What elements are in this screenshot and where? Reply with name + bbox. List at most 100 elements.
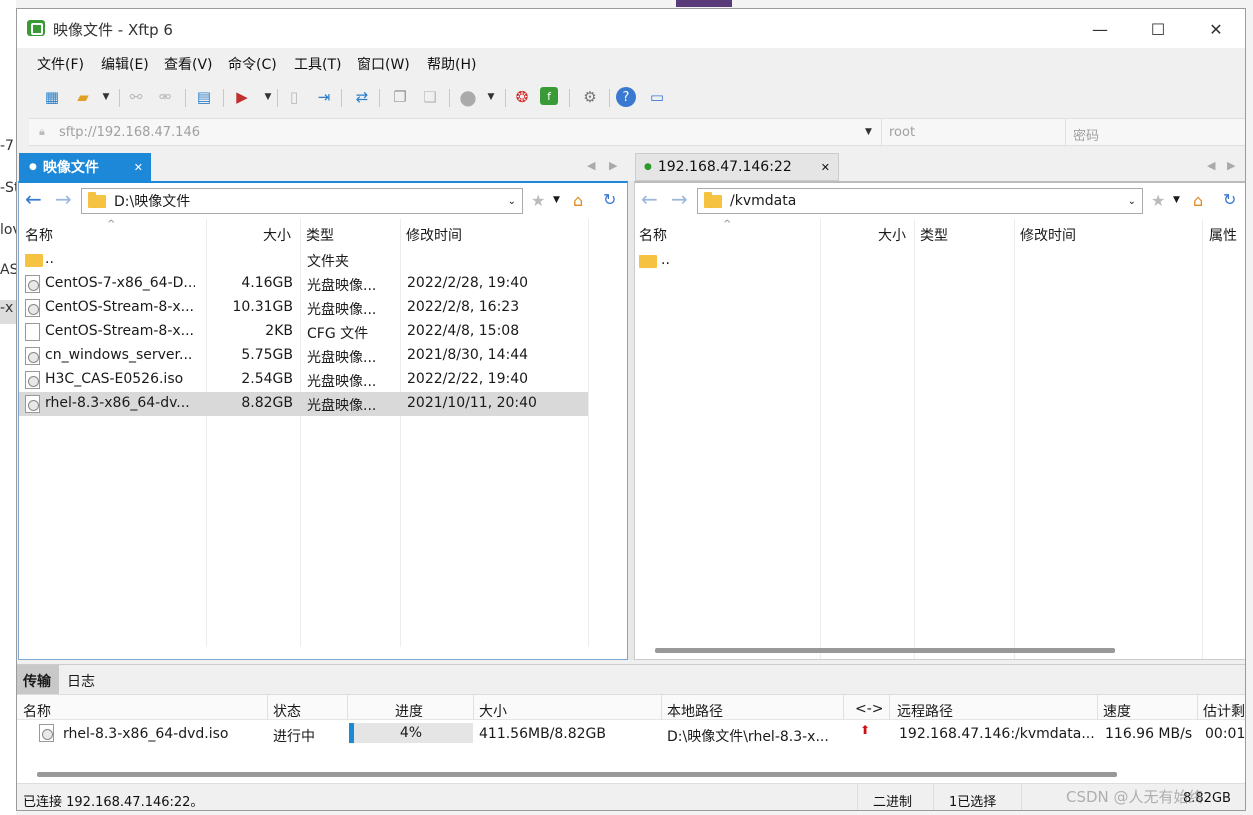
connect-icon[interactable]: ⚯	[125, 87, 147, 107]
play-icon[interactable]: ▶	[231, 87, 253, 107]
tab-scroll-left-icon[interactable]: ◀	[587, 159, 595, 172]
tab-close-icon[interactable]: ✕	[134, 161, 143, 174]
address-input[interactable]: sftp://192.168.47.146	[59, 125, 200, 140]
xftp-icon[interactable]: f	[540, 87, 558, 105]
chevron-down-icon[interactable]: ▼	[95, 87, 117, 107]
address-separator	[881, 119, 882, 147]
username-input[interactable]: root	[889, 125, 915, 140]
list-item[interactable]: ..	[635, 249, 820, 273]
help-icon[interactable]: ?	[616, 87, 636, 107]
new-file-icon[interactable]: ▯	[283, 87, 305, 107]
bookmark-star-icon[interactable]: ★	[531, 191, 545, 210]
copy-icon[interactable]: ❐	[389, 87, 411, 107]
list-item[interactable]: CentOS-Stream-8-x... 2KB CFG 文件 2022/4/8, 1…	[19, 320, 588, 344]
refresh-icon[interactable]: ↻	[603, 190, 616, 209]
tab-scroll-right-icon[interactable]: ▶	[609, 159, 617, 172]
back-arrow-icon[interactable]: ←	[641, 187, 658, 211]
home-folder-icon[interactable]: ⌂	[1193, 191, 1203, 210]
chevron-down-icon[interactable]: ⌄	[508, 196, 516, 207]
menu-help[interactable]: 帮助(H)	[427, 54, 476, 74]
menu-window[interactable]: 窗口(W)	[357, 54, 410, 74]
open-folder-icon[interactable]: ▰	[72, 87, 94, 107]
column-header-name[interactable]: 名称	[639, 225, 667, 249]
file-size: 8.82GB	[241, 395, 293, 411]
file-name: cn_windows_server...	[45, 347, 193, 363]
transfer-col-name[interactable]: 名称	[23, 701, 51, 721]
list-item[interactable]: CentOS-7-x86_64-D... 4.16GB 光盘映像... 2022/2/…	[19, 272, 588, 296]
forward-arrow-icon[interactable]: →	[55, 187, 72, 211]
list-item[interactable]: cn_windows_server... 5.75GB 光盘映像... 2021/8/…	[19, 344, 588, 368]
transfer-col-status[interactable]: 状态	[273, 701, 301, 721]
toolbar-separator	[119, 89, 120, 107]
tab-log[interactable]: 日志	[67, 671, 95, 691]
list-item[interactable]: rhel-8.3-x86_64-dv... 8.82GB 光盘映像... 2021/1…	[19, 392, 588, 416]
menu-file[interactable]: 文件(F)	[37, 54, 84, 74]
disconnect-icon[interactable]: ⚮	[154, 87, 176, 107]
chevron-down-icon[interactable]: ▼	[553, 195, 560, 205]
paste-icon[interactable]: ❏	[419, 87, 441, 107]
address-separator	[1065, 119, 1066, 147]
maximize-button[interactable]: ☐	[1135, 15, 1181, 43]
gear-icon[interactable]: ⚙	[579, 87, 601, 107]
tab-scroll-right-icon[interactable]: ▶	[1227, 159, 1235, 172]
menu-command[interactable]: 命令(C)	[228, 54, 277, 74]
password-input[interactable]: 密码	[1073, 125, 1099, 144]
list-item[interactable]: CentOS-Stream-8-x... 10.31GB 光盘映像... 2022/2…	[19, 296, 588, 320]
column-header-modified[interactable]: 修改时间	[406, 225, 462, 249]
tab-scroll-left-icon[interactable]: ◀	[1207, 159, 1215, 172]
local-path-input[interactable]: D:\映像文件 ⌄	[81, 188, 523, 214]
transfer-col-direction[interactable]: <->	[855, 701, 884, 717]
file-type: 光盘映像...	[307, 398, 377, 414]
transfer-col-eta[interactable]: 估计剩	[1203, 701, 1245, 721]
transfer-col-speed[interactable]: 速度	[1103, 701, 1131, 721]
close-button[interactable]: ✕	[1193, 15, 1239, 43]
forward-arrow-icon[interactable]: →	[671, 187, 688, 211]
xshell-icon[interactable]: ❂	[511, 87, 533, 107]
new-session-icon[interactable]: ▦	[41, 87, 63, 107]
tab-remote[interactable]: ● 192.168.47.146:22 ✕	[635, 153, 839, 181]
chevron-down-icon[interactable]: ▼	[257, 87, 279, 107]
menu-view[interactable]: 查看(V)	[164, 54, 213, 74]
toolbar-separator	[277, 89, 278, 107]
back-arrow-icon[interactable]: ←	[25, 187, 42, 211]
menu-bar: 文件(F) 编辑(E) 查看(V) 命令(C) 工具(T) 窗口(W) 帮助(H…	[17, 48, 1245, 78]
bookmark-star-icon[interactable]: ★	[1151, 191, 1165, 210]
column-header-size[interactable]: 大小	[263, 225, 291, 249]
chevron-down-icon[interactable]: ▼	[480, 87, 502, 107]
transfer-col-remote[interactable]: 远程路径	[897, 701, 953, 721]
refresh-icon[interactable]: ↻	[1223, 190, 1236, 209]
properties-icon[interactable]: ▤	[193, 87, 215, 107]
menu-tools[interactable]: 工具(T)	[294, 54, 341, 74]
file-size: 10.31GB	[232, 299, 293, 315]
chevron-down-icon[interactable]: ⌄	[1128, 196, 1136, 207]
transfer-col-local[interactable]: 本地路径	[667, 701, 723, 721]
column-header-modified[interactable]: 修改时间	[1020, 225, 1076, 249]
column-header-size[interactable]: 大小	[878, 225, 906, 249]
file-size: 4.16GB	[241, 275, 293, 291]
column-header-type[interactable]: 类型	[920, 225, 948, 249]
transfer-status: 进行中	[273, 729, 315, 745]
list-item[interactable]: H3C_CAS-E0526.iso 2.54GB 光盘映像... 2022/2/22,…	[19, 368, 588, 392]
chevron-down-icon[interactable]: ▼	[865, 127, 872, 137]
transfer-col-size[interactable]: 大小	[479, 701, 507, 721]
transfer-col-progress[interactable]: 进度	[395, 701, 423, 721]
column-header-name[interactable]: 名称	[25, 225, 53, 249]
upload-icon[interactable]: ⇥	[313, 87, 335, 107]
list-item[interactable]: .. 文件夹	[19, 248, 588, 272]
horizontal-scrollbar[interactable]	[37, 772, 1117, 777]
minimize-button[interactable]: —	[1077, 15, 1123, 43]
chevron-down-icon[interactable]: ▼	[1173, 195, 1180, 205]
horizontal-scrollbar[interactable]	[655, 648, 1115, 653]
remote-path-input[interactable]: /kvmdata ⌄	[697, 188, 1143, 214]
transfer-row[interactable]: rhel-8.3-x86_64-dvd.iso 进行中 4% 411.56MB/…	[17, 720, 1245, 748]
encoding-icon[interactable]: ●	[457, 85, 479, 109]
transfer-icon[interactable]: ⇄	[351, 87, 373, 107]
menu-edit[interactable]: 编辑(E)	[101, 54, 149, 74]
tab-local[interactable]: ● 映像文件 ✕	[19, 153, 151, 181]
tab-transfer[interactable]: 传输	[17, 665, 59, 694]
home-folder-icon[interactable]: ⌂	[573, 191, 583, 210]
column-header-attributes[interactable]: 属性	[1209, 225, 1237, 249]
tab-close-icon[interactable]: ✕	[821, 161, 830, 174]
chat-icon[interactable]: ▭	[646, 87, 668, 107]
column-header-type[interactable]: 类型	[306, 225, 334, 249]
